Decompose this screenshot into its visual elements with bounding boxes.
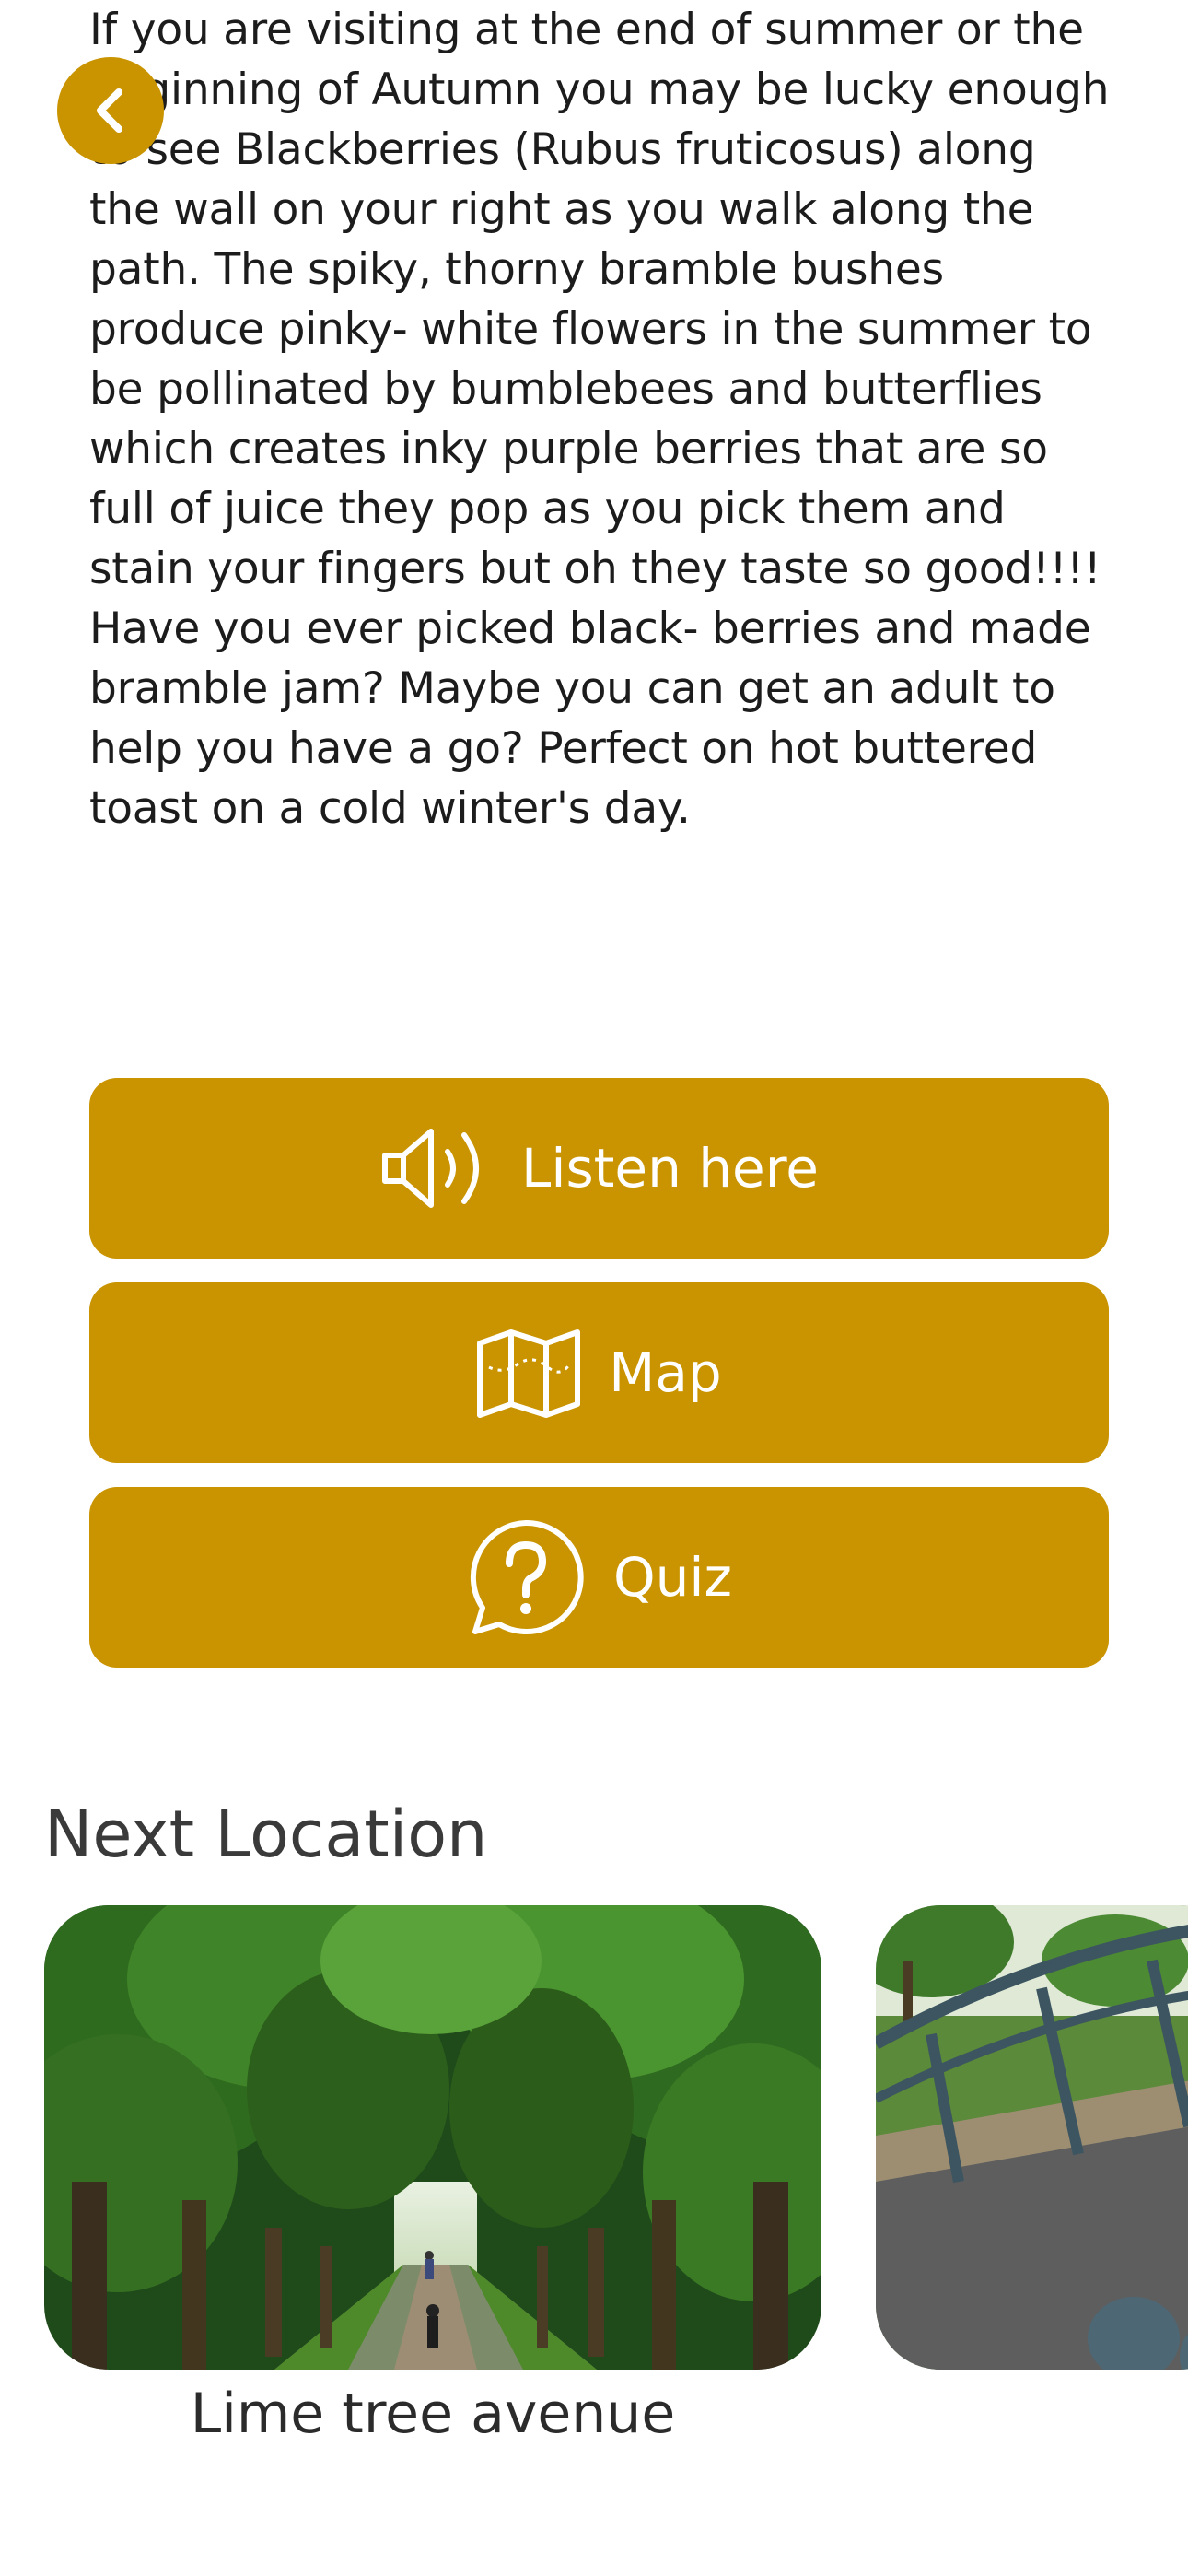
tree-lined-avenue-photo <box>44 1905 821 2370</box>
map-button[interactable]: Map <box>89 1282 1109 1463</box>
map-label: Map <box>609 1341 722 1404</box>
next-location-card-2[interactable] <box>876 1905 1188 2370</box>
quiz-button[interactable]: Quiz <box>89 1487 1109 1668</box>
article-text: If you are visiting at the end of summer… <box>89 5 1110 834</box>
card-caption: Lime tree avenue <box>190 2382 676 2446</box>
map-icon <box>476 1327 581 1419</box>
listen-here-button[interactable]: Listen here <box>89 1078 1109 1259</box>
quiz-label: Quiz <box>613 1546 732 1609</box>
chevron-left-icon <box>87 83 134 138</box>
listen-here-label: Listen here <box>521 1137 819 1200</box>
back-button[interactable] <box>57 57 164 164</box>
bridge-railing-path-photo <box>876 1905 1188 2370</box>
speaker-icon <box>379 1122 494 1214</box>
next-location-card-lime-tree-avenue[interactable] <box>44 1905 821 2370</box>
next-location-title: Next Location <box>44 1797 488 1872</box>
question-bubble-icon <box>466 1517 586 1637</box>
